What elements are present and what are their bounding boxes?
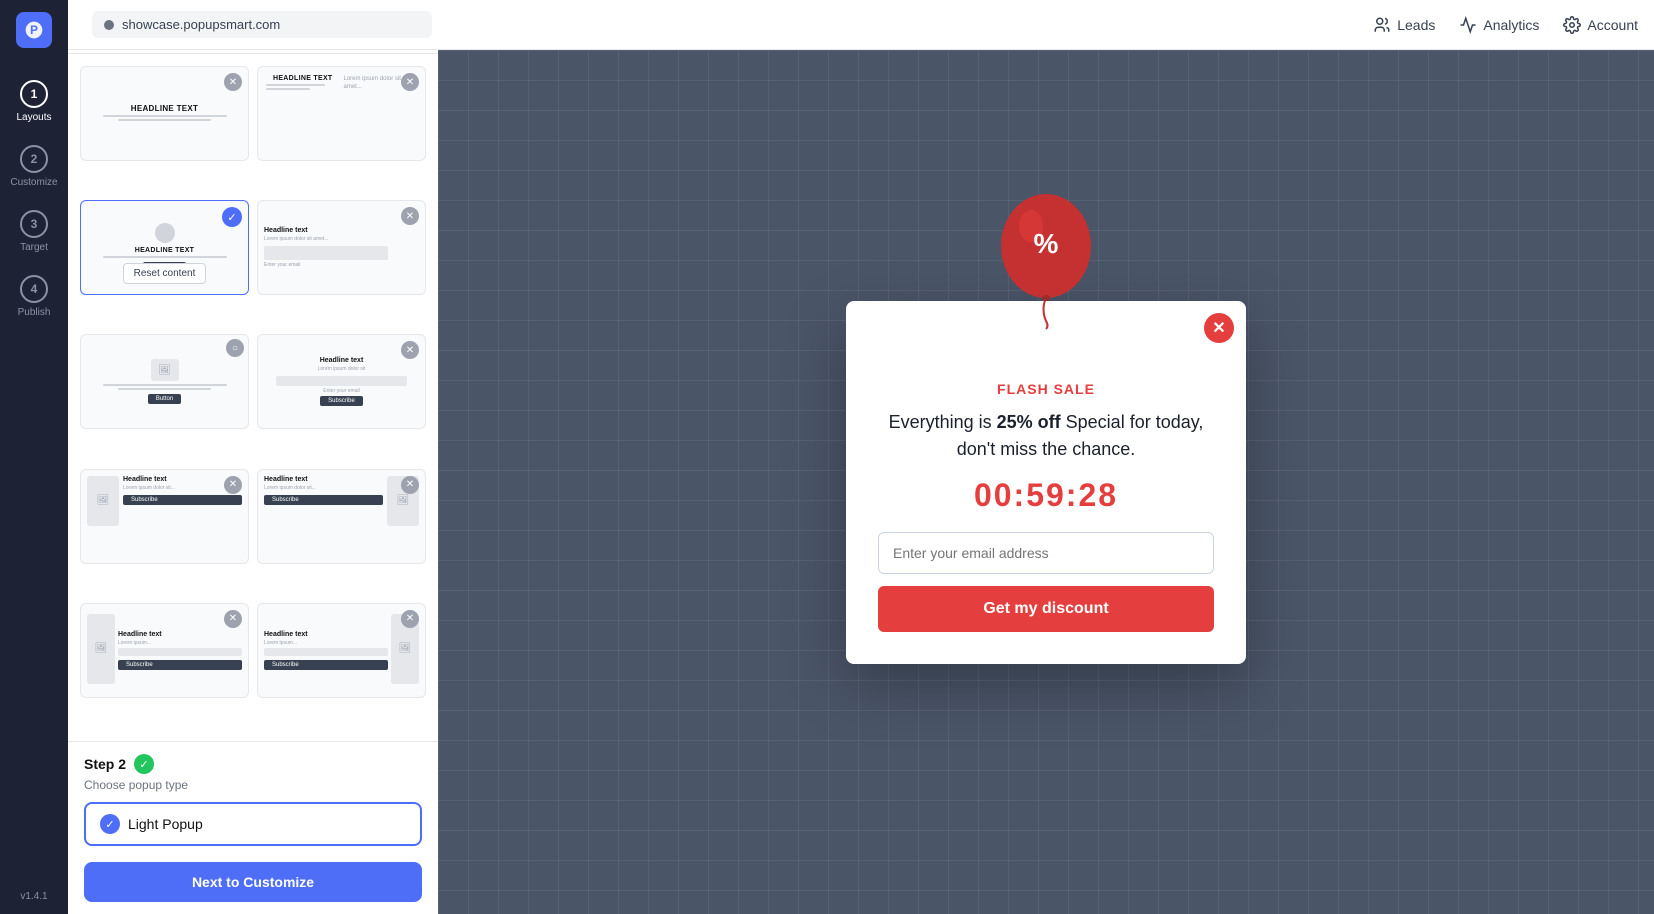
popup-type-check-icon: ✓ [100,814,120,834]
template-card-8[interactable]: Headline text Lorem ipsum dolor sit... S… [257,469,426,564]
cta-button[interactable]: Get my discount [878,586,1214,632]
sidebar-nav: P 1 Layouts 2 Customize 3 Target 4 Publi… [0,0,68,914]
nav-step-target[interactable]: 3 Target [0,202,68,261]
template-close-8[interactable]: ✕ [401,476,419,494]
canvas-area: % ✕ FLASH SALE Everything is 25% off Spe… [438,50,1654,914]
url-favicon [104,20,114,30]
reset-content-button[interactable]: Reset content [123,263,207,284]
analytics-label: Analytics [1483,17,1539,33]
account-label: Account [1587,17,1638,33]
step2-title: Step 2 [84,756,126,772]
template-card-1[interactable]: HEADLINE TEXT ✕ [80,66,249,161]
popup-modal: % ✕ FLASH SALE Everything is 25% off Spe… [846,301,1246,664]
popup-close-button[interactable]: ✕ [1204,313,1234,343]
flash-sale-label: FLASH SALE [878,381,1214,397]
popup-body: FLASH SALE Everything is 25% off Special… [846,361,1246,664]
template-card-5[interactable]: 🖼 Button ○ [80,334,249,429]
template-close-2[interactable]: ✕ [401,73,419,91]
next-to-customize-button[interactable]: Next to Customize [84,862,422,902]
template-close-1[interactable]: ✕ [224,73,242,91]
step2-subtitle: Choose popup type [84,778,422,792]
template-close-10[interactable]: ✕ [401,610,419,628]
version-label: v1.4.1 [20,891,47,914]
step-label-layouts: Layouts [16,112,51,123]
template-card-10[interactable]: Headline text Lorem ipsum... Subscribe 🖼… [257,603,426,698]
popup-balloon: % [991,191,1101,331]
leads-nav-item[interactable]: Leads [1373,16,1435,34]
top-header: showcase.popupsmart.com Leads Analytics … [68,0,1654,50]
templates-panel: HEADLINE TEXT ✕ HEADLINE TEXT Lorem ipsu… [68,0,438,914]
step-label-target: Target [20,242,48,253]
headline-start: Everything is [889,412,997,432]
template-card-4[interactable]: Headline text Lorem ipsum dolor sit amet… [257,200,426,295]
leads-label: Leads [1397,17,1435,33]
popup-timer: 00:59:28 [878,477,1214,514]
header-nav-items: Leads Analytics Account [1373,16,1638,34]
headline-bold: 25% off [997,412,1061,432]
nav-step-customize[interactable]: 2 Customize [0,137,68,196]
users-icon [1373,16,1391,34]
templates-grid: HEADLINE TEXT ✕ HEADLINE TEXT Lorem ipsu… [68,54,438,741]
step-circle-2: 2 [20,145,48,173]
svg-text:%: % [1034,228,1059,259]
step-label-customize: Customize [10,177,57,188]
template-card-3[interactable]: Headline text Subscribe ✓ Reset content [80,200,249,295]
step-circle-1: 1 [20,80,48,108]
template-close-9[interactable]: ✕ [224,610,242,628]
template-card-6[interactable]: Headline text Lorem ipsum dolor sit Ente… [257,334,426,429]
template-card-9[interactable]: 🖼 Headline text Lorem ipsum... Subscribe… [80,603,249,698]
analytics-icon [1459,16,1477,34]
nav-step-publish[interactable]: 4 Publish [0,267,68,326]
email-input[interactable] [878,532,1214,574]
step-circle-3: 3 [20,210,48,238]
template-close-7[interactable]: ✕ [224,476,242,494]
popup-type-label: Light Popup [128,816,203,832]
app-logo[interactable]: P [16,12,52,48]
analytics-nav-item[interactable]: Analytics [1459,16,1539,34]
url-bar: showcase.popupsmart.com [92,11,432,38]
nav-step-layouts[interactable]: 1 Layouts [0,72,68,131]
template-card-2[interactable]: HEADLINE TEXT Lorem ipsum dolor sit amet… [257,66,426,161]
url-text: showcase.popupsmart.com [122,17,280,32]
bottom-section: Step 2 ✓ Choose popup type ✓ Light Popup… [68,741,438,914]
account-nav-item[interactable]: Account [1563,16,1638,34]
step-circle-4: 4 [20,275,48,303]
popup-headline: Everything is 25% off Special for today,… [878,409,1214,463]
step-label-publish: Publish [18,307,51,318]
step2-check-icon: ✓ [134,754,154,774]
template-card-7[interactable]: 🖼 Headline text Lorem ipsum dolor sit...… [80,469,249,564]
popup-type-option-light[interactable]: ✓ Light Popup [84,802,422,846]
svg-text:P: P [30,24,38,37]
gear-icon [1563,16,1581,34]
close-icon: ✕ [1212,318,1225,338]
